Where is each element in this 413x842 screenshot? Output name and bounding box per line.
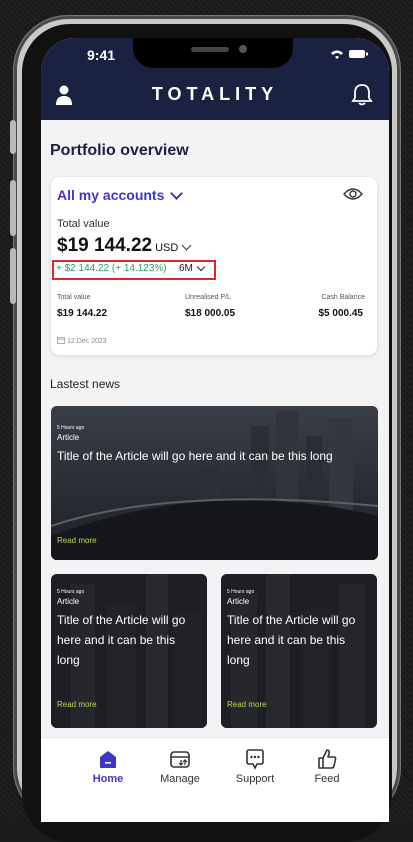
account-selector[interactable]: All my accounts	[57, 187, 184, 203]
status-time: 9:41	[87, 47, 116, 63]
chevron-down-icon	[181, 240, 192, 251]
currency-label: USD	[155, 242, 179, 254]
article-headline: Title of the Article will go here and it…	[227, 613, 356, 667]
wifi-battery-icon	[331, 50, 368, 59]
app-header: 9:41 TOTALITY	[41, 38, 389, 120]
portfolio-date-text: 12 Dec 2023	[67, 338, 107, 345]
news-card[interactable]: 5 Hours ago Article Title of the Article…	[51, 574, 207, 728]
article-image	[51, 406, 378, 560]
total-value: $19 144.22 USD	[57, 235, 192, 257]
news-section-title: Lastest news	[50, 377, 121, 391]
total-value-amount: $19 144.22	[57, 235, 153, 256]
article-kind: Article	[227, 597, 250, 606]
article-kind: Article	[57, 433, 80, 442]
home-icon	[100, 751, 116, 768]
notch	[133, 38, 293, 68]
chat-icon	[246, 749, 264, 770]
article-kind: Article	[57, 597, 80, 606]
nav-support-label: Support	[235, 773, 275, 785]
article-time: 5 Hours ago	[57, 425, 85, 431]
bell-icon[interactable]	[351, 82, 373, 106]
nav-support[interactable]: Support	[219, 748, 291, 785]
chevron-down-icon	[170, 187, 184, 200]
currency-selector[interactable]: USD	[155, 240, 192, 254]
mute-switch	[10, 120, 16, 154]
portfolio-card: All my accounts Total value $19 144.22 US…	[51, 177, 377, 355]
metric-total-label: Total value	[57, 294, 91, 301]
metric-total-value: $19 144.22	[57, 308, 108, 319]
thumbs-up-icon	[318, 749, 337, 769]
bottom-nav: Home Manage Support Feed	[41, 737, 389, 822]
eye-icon[interactable]	[343, 187, 363, 201]
volume-down-button	[10, 248, 16, 304]
metric-pl-label: Unrealised P/L	[185, 294, 231, 301]
chevron-down-icon	[196, 262, 206, 272]
nav-feed[interactable]: Feed	[291, 748, 363, 785]
page-title: Portfolio overview	[50, 142, 189, 159]
metric-cash-value: $5 000.45	[318, 308, 364, 319]
period-selector[interactable]: 6M	[179, 262, 206, 274]
value-change: + $2 144.22 (+ 14.123%)	[56, 263, 167, 274]
metric-cash-label: Cash Balance	[321, 294, 365, 301]
nav-home-label: Home	[92, 773, 124, 785]
article-time: 5 Hours ago	[57, 589, 85, 595]
news-card[interactable]: 5 Hours ago Article Title of the Article…	[221, 574, 377, 728]
volume-up-button	[10, 180, 16, 236]
metric-pl-value: $18 000.05	[185, 308, 236, 319]
status-icons	[329, 48, 369, 63]
wallet-icon	[170, 751, 190, 768]
read-more-link[interactable]: Read more	[227, 700, 267, 709]
read-more-link[interactable]: Read more	[57, 536, 97, 545]
app-screen: 9:41 TOTALITY Portfolio overview All my …	[41, 38, 389, 822]
article-headline: Title of the Article will go here and it…	[57, 613, 186, 667]
article-headline: Title of the Article will go here and it…	[57, 449, 333, 463]
article-time: 5 Hours ago	[227, 589, 255, 595]
total-value-label: Total value	[57, 218, 110, 230]
nav-home[interactable]: Home	[72, 748, 144, 785]
calendar-icon	[57, 337, 65, 344]
account-selector-label: All my accounts	[57, 187, 165, 203]
period-label: 6M	[179, 263, 193, 274]
news-card-featured[interactable]: 5 Hours ago Article Title of the Article…	[51, 406, 378, 560]
app-logo: TOTALITY	[151, 84, 279, 104]
read-more-link[interactable]: Read more	[57, 700, 97, 709]
nav-feed-label: Feed	[314, 773, 340, 785]
nav-manage[interactable]: Manage	[144, 748, 216, 785]
portfolio-date: 12 Dec 2023	[57, 336, 107, 345]
nav-manage-label: Manage	[160, 773, 200, 785]
